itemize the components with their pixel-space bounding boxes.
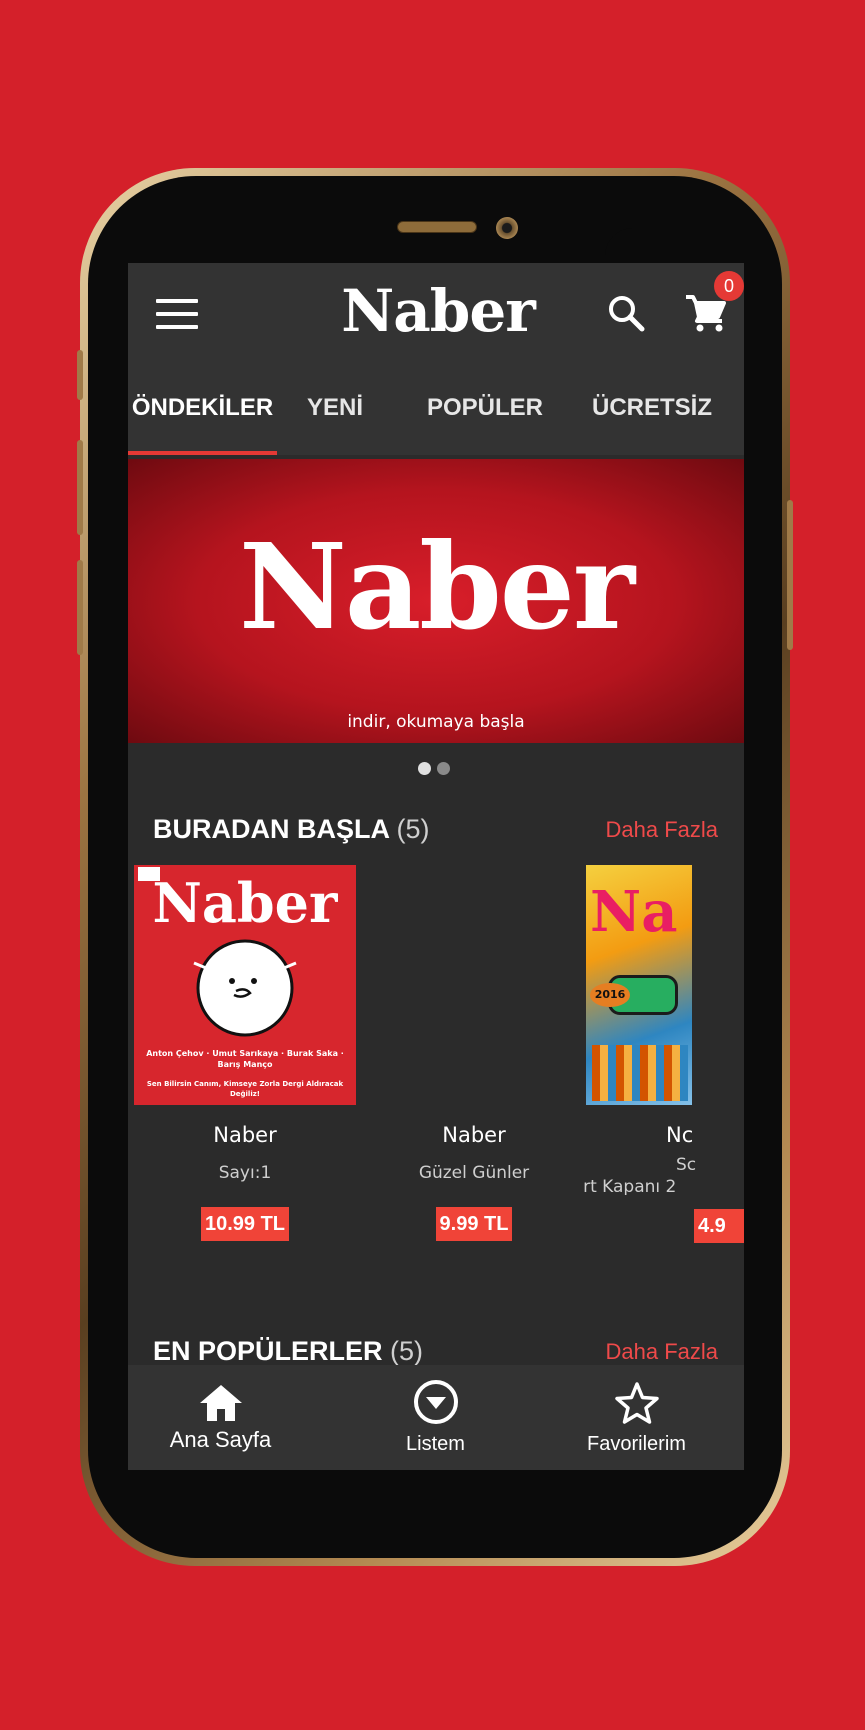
card-title: Nc [666,1123,694,1147]
cover-tagline: Sen Bilirsin Canım, Kimseye Zorla Dergi … [146,1080,344,1098]
carousel-dot-active[interactable] [418,762,431,775]
nav-favorites-label: Favorilerim [587,1433,686,1455]
tab-popular[interactable]: POPÜLER [410,363,560,455]
tab-free[interactable]: ÜCRETSİZ [560,363,744,455]
price-badge[interactable]: 10.99 TL [200,1207,290,1241]
cover-logo: Na [590,879,678,945]
magazine-card[interactable]: Naber Güzel Günler 9.99 TL [362,865,586,1241]
tab-bar: ÖNDEKİLER YENİ POPÜLER ÜCRETSİZ [128,363,744,455]
cover-logo: Naber [152,871,338,935]
star-icon [615,1382,659,1424]
tab-new[interactable]: YENİ [277,363,393,455]
nav-favorites[interactable]: Favorilerim [534,1365,739,1470]
front-camera [496,217,518,239]
magazine-card[interactable]: Naber Anton Çehov · Umut Sarıkaya · Bura… [133,865,357,1241]
active-tab-indicator [128,451,277,455]
more-link-popular[interactable]: Daha Fazla [605,1339,718,1365]
magazine-cover: Naber Anton Çehov · Umut Sarıkaya · Bura… [134,865,356,1105]
banner-subtitle: indir, okumaya başla [347,712,525,732]
app-screen: Naber 0 ÖNDEKİLER YENİ POPÜLER ÜCRETSİZ … [128,263,744,1470]
cover-contributors: Anton Çehov · Umut Sarıkaya · Burak Saka… [146,1049,344,1069]
cover-year: 2016 [590,983,630,1007]
card-subtitle-2: Kurt Kapanı 2 [582,1177,677,1195]
section-title-start: BURADAN BAŞLA (5) [153,814,430,844]
card-subtitle: Güzel Günler [418,1163,530,1183]
carousel-dot[interactable] [437,762,450,775]
power-button [787,500,793,650]
silent-switch [77,350,83,400]
section-title-popular: EN POPÜLERLER (5) [153,1336,424,1366]
price-badge[interactable]: 9.99 TL [435,1207,513,1241]
nav-home-label: Ana Sayfa [169,1427,272,1452]
notch [605,228,740,262]
banner-logo: Naber [238,517,635,656]
hero-banner[interactable]: Naber indir, okumaya başla [128,459,744,743]
nav-home[interactable]: Ana Sayfa [128,1365,323,1470]
magazine-cover-placeholder [363,865,585,1105]
tab-featured[interactable]: ÖNDEKİLER [128,363,277,455]
magazine-cover: Na 2016 [586,865,692,1105]
card-subtitle: Sayı:1 [218,1163,272,1183]
search-icon[interactable] [606,293,646,333]
app-bar: Naber 0 [128,263,744,363]
volume-down-button [77,560,83,655]
nav-my-list-label: Listem [406,1433,465,1455]
smiley-face-illustration [193,939,297,1037]
menu-icon[interactable] [156,299,198,329]
cart-count-badge: 0 [714,271,744,301]
home-icon [200,1385,242,1421]
price-badge-partial[interactable]: 4.9 [694,1209,744,1243]
nav-my-list[interactable]: Listem [333,1365,538,1470]
card-title: Naber [213,1123,277,1147]
card-title: Naber [442,1123,506,1147]
carousel-dots [418,760,456,779]
cover-bottom-panel [592,1045,688,1101]
more-link-start[interactable]: Daha Fazla [605,817,718,843]
card-subtitle: Sc [676,1155,697,1175]
magazine-card-partial[interactable]: Na 2016 Nc Sc Kurt Kapanı 2 [582,865,744,1195]
earpiece-speaker [397,221,477,233]
volume-up-button [77,440,83,535]
brand-logo: Naber [341,277,536,345]
dropdown-circle-icon [414,1380,458,1424]
bottom-navigation: Ana Sayfa Listem Favorilerim [128,1365,744,1470]
